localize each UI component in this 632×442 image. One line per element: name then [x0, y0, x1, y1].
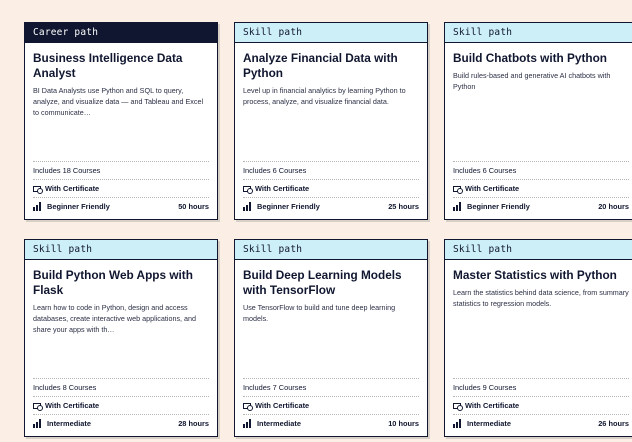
- card-title[interactable]: Build Python Web Apps with Flask: [33, 268, 209, 298]
- difficulty-label: Beginner Friendly: [467, 202, 530, 211]
- certificate-row: With Certificate: [243, 396, 419, 414]
- level-row: Intermediate 28 hours: [33, 414, 209, 432]
- duration-hours: 26 hours: [598, 419, 629, 428]
- difficulty-label: Intermediate: [47, 419, 91, 428]
- card-title[interactable]: Master Statistics with Python: [453, 268, 629, 283]
- card-title[interactable]: Build Chatbots with Python: [453, 51, 629, 66]
- card-description: Use TensorFlow to build and tune deep le…: [243, 303, 396, 323]
- difficulty-label: Intermediate: [257, 419, 301, 428]
- courses-count: Includes 7 Courses: [243, 383, 307, 392]
- card-description: BI Data Analysts use Python and SQL to q…: [33, 86, 204, 117]
- card-footer: Includes 6 Courses With Certificate Begi…: [243, 161, 419, 215]
- course-card-financial-data[interactable]: Skill path Analyze Financial Data with P…: [234, 22, 428, 220]
- course-card-flask-web-apps[interactable]: Skill path Build Python Web Apps with Fl…: [24, 239, 218, 437]
- level-row: Intermediate 26 hours: [453, 414, 629, 432]
- difficulty-bars-icon: [453, 202, 463, 211]
- duration-hours: 10 hours: [388, 419, 419, 428]
- courses-count: Includes 6 Courses: [453, 166, 517, 175]
- certificate-icon: [33, 402, 43, 411]
- certificate-icon: [453, 402, 463, 411]
- certificate-row: With Certificate: [33, 179, 209, 197]
- difficulty-label: Beginner Friendly: [257, 202, 320, 211]
- certificate-label: With Certificate: [465, 401, 520, 410]
- card-footer: Includes 18 Courses With Certificate Beg…: [33, 161, 209, 215]
- card-type-tag: Skill path: [445, 240, 632, 260]
- card-footer: Includes 6 Courses With Certificate Begi…: [453, 161, 629, 215]
- difficulty-label: Intermediate: [467, 419, 511, 428]
- certificate-icon: [33, 185, 43, 194]
- course-card-tensorflow[interactable]: Skill path Build Deep Learning Models wi…: [234, 239, 428, 437]
- certificate-icon: [453, 185, 463, 194]
- courses-count: Includes 6 Courses: [243, 166, 307, 175]
- courses-count-row: Includes 6 Courses: [243, 161, 419, 179]
- courses-count-row: Includes 18 Courses: [33, 161, 209, 179]
- card-description: Level up in financial analytics by learn…: [243, 86, 406, 106]
- level-row: Beginner Friendly 50 hours: [33, 197, 209, 215]
- card-description: Build rules-based and generative AI chat…: [453, 71, 611, 91]
- certificate-label: With Certificate: [465, 184, 520, 193]
- courses-count: Includes 8 Courses: [33, 383, 97, 392]
- difficulty-bars-icon: [33, 202, 43, 211]
- duration-hours: 28 hours: [178, 419, 209, 428]
- difficulty-bars-icon: [243, 202, 253, 211]
- card-type-tag: Skill path: [445, 23, 632, 43]
- courses-count-row: Includes 6 Courses: [453, 161, 629, 179]
- courses-count-row: Includes 7 Courses: [243, 378, 419, 396]
- level-row: Beginner Friendly 20 hours: [453, 197, 629, 215]
- card-footer: Includes 8 Courses With Certificate Inte…: [33, 378, 209, 432]
- card-description: Learn how to code in Python, design and …: [33, 303, 197, 334]
- card-title[interactable]: Analyze Financial Data with Python: [243, 51, 419, 81]
- certificate-label: With Certificate: [45, 401, 100, 410]
- card-title[interactable]: Business Intelligence Data Analyst: [33, 51, 209, 81]
- card-type-tag: Skill path: [235, 240, 427, 260]
- card-type-tag: Skill path: [25, 240, 217, 260]
- certificate-row: With Certificate: [453, 396, 629, 414]
- certificate-label: With Certificate: [255, 401, 310, 410]
- difficulty-bars-icon: [33, 419, 43, 428]
- difficulty-bars-icon: [243, 419, 253, 428]
- certificate-icon: [243, 185, 253, 194]
- card-title[interactable]: Build Deep Learning Models with TensorFl…: [243, 268, 419, 298]
- courses-count: Includes 18 Courses: [33, 166, 101, 175]
- certificate-row: With Certificate: [243, 179, 419, 197]
- certificate-row: With Certificate: [453, 179, 629, 197]
- certificate-row: With Certificate: [33, 396, 209, 414]
- difficulty-bars-icon: [453, 419, 463, 428]
- course-card-statistics[interactable]: Skill path Master Statistics with Python…: [444, 239, 632, 437]
- certificate-label: With Certificate: [45, 184, 100, 193]
- card-type-tag: Career path: [25, 23, 217, 43]
- card-footer: Includes 7 Courses With Certificate Inte…: [243, 378, 419, 432]
- certificate-label: With Certificate: [255, 184, 310, 193]
- course-card-chatbots[interactable]: Skill path Build Chatbots with Python Bu…: [444, 22, 632, 220]
- courses-count-row: Includes 9 Courses: [453, 378, 629, 396]
- difficulty-label: Beginner Friendly: [47, 202, 110, 211]
- courses-count: Includes 9 Courses: [453, 383, 517, 392]
- card-description: Learn the statistics behind data science…: [453, 288, 629, 308]
- courses-count-row: Includes 8 Courses: [33, 378, 209, 396]
- card-footer: Includes 9 Courses With Certificate Inte…: [453, 378, 629, 432]
- card-type-tag: Skill path: [235, 23, 427, 43]
- level-row: Beginner Friendly 25 hours: [243, 197, 419, 215]
- certificate-icon: [243, 402, 253, 411]
- duration-hours: 25 hours: [388, 202, 419, 211]
- course-card-bi-data-analyst[interactable]: Career path Business Intelligence Data A…: [24, 22, 218, 220]
- level-row: Intermediate 10 hours: [243, 414, 419, 432]
- catalog-grid: Career path Business Intelligence Data A…: [0, 0, 632, 442]
- duration-hours: 20 hours: [598, 202, 629, 211]
- duration-hours: 50 hours: [178, 202, 209, 211]
